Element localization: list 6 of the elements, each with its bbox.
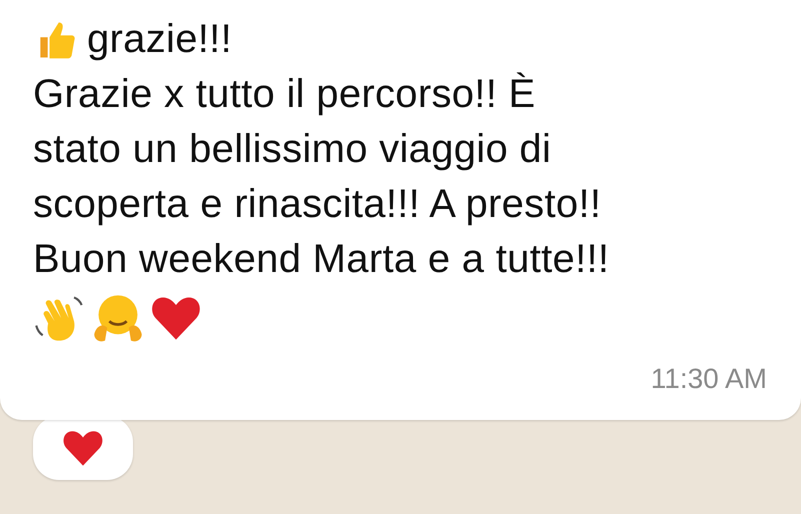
message-text: grazie!!! [87,16,232,63]
message-text: Grazie x tutto il percorso!! È [33,71,536,118]
message-time: 11:30 AM [650,362,767,396]
message-text: stato un bellissimo viaggio di [33,126,552,173]
message-text: Buon weekend Marta e a tutte!!! [33,236,610,283]
message-text: scoperta e rinascita!!! A presto!! [33,181,602,228]
